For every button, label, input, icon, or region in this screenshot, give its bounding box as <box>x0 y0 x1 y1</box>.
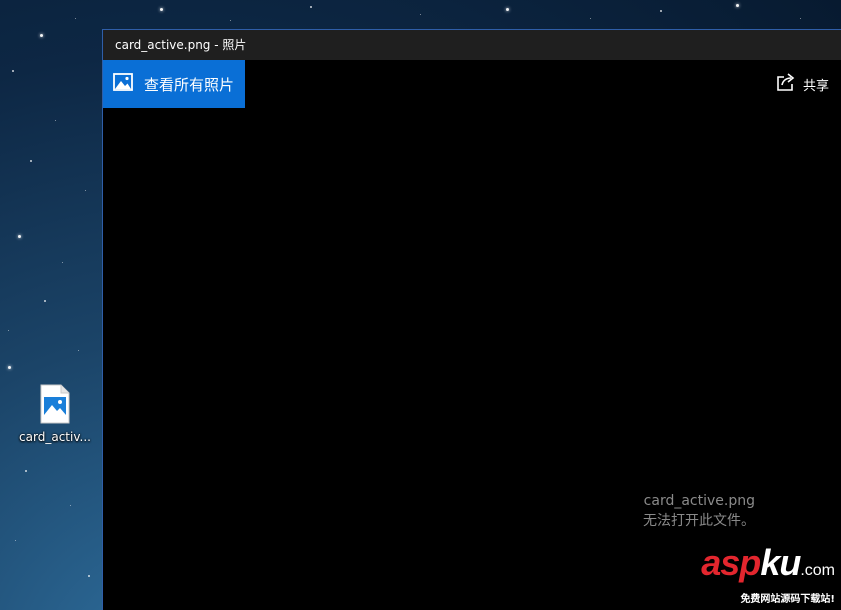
star <box>800 18 801 19</box>
viewer-error-text: 无法打开此文件。 <box>643 513 755 529</box>
share-label: 共享 <box>802 78 829 94</box>
star <box>62 262 63 263</box>
star <box>30 160 32 162</box>
window-title: card_active.png - 照片 <box>115 38 247 52</box>
desktop: card_activ... card_active.png - 照片 查看所有照… <box>0 0 841 610</box>
star <box>8 330 9 331</box>
star <box>55 120 56 121</box>
open-error-message: card_active.png 无法打开此文件。 <box>643 491 755 531</box>
star <box>25 470 27 472</box>
view-all-photos-button[interactable]: 查看所有照片 <box>103 60 245 108</box>
star <box>85 190 86 191</box>
star <box>230 20 231 21</box>
star <box>506 8 509 11</box>
star <box>590 18 591 19</box>
view-all-photos-label: 查看所有照片 <box>144 75 235 94</box>
watermark-logo: aspku.com <box>701 545 835 589</box>
star <box>160 8 163 11</box>
watermark-tagline: 免费网站源码下载站! <box>740 594 835 605</box>
star <box>310 6 312 8</box>
star <box>70 505 71 506</box>
star <box>8 366 11 369</box>
star <box>40 34 43 37</box>
star <box>736 4 739 7</box>
star <box>75 18 76 19</box>
star <box>44 300 46 302</box>
desktop-file-icon-card-active[interactable]: card_activ... <box>16 384 94 444</box>
star <box>18 235 21 238</box>
star <box>88 575 90 577</box>
watermark-brand-red: asp <box>701 542 761 583</box>
star <box>12 70 14 72</box>
share-button[interactable]: 共享 <box>776 73 829 95</box>
watermark-brand-white: ku <box>760 542 801 583</box>
star <box>420 14 421 15</box>
star <box>660 10 662 12</box>
star <box>78 350 79 351</box>
viewer-filename: card_active.png <box>643 493 755 509</box>
desktop-file-label: card_activ... <box>19 430 91 444</box>
photos-app-window: card_active.png - 照片 查看所有照片 共享 card_acti… <box>102 29 841 610</box>
image-file-icon <box>40 384 70 424</box>
photo-gallery-icon <box>113 72 133 96</box>
share-icon <box>776 72 796 96</box>
site-watermark: aspku.com 免费网站源码下载站! <box>701 545 835 606</box>
watermark-domain-suffix: .com <box>800 562 835 579</box>
photos-toolbar: 查看所有照片 共享 <box>103 60 841 108</box>
star <box>15 540 16 541</box>
window-titlebar[interactable]: card_active.png - 照片 <box>103 30 841 60</box>
